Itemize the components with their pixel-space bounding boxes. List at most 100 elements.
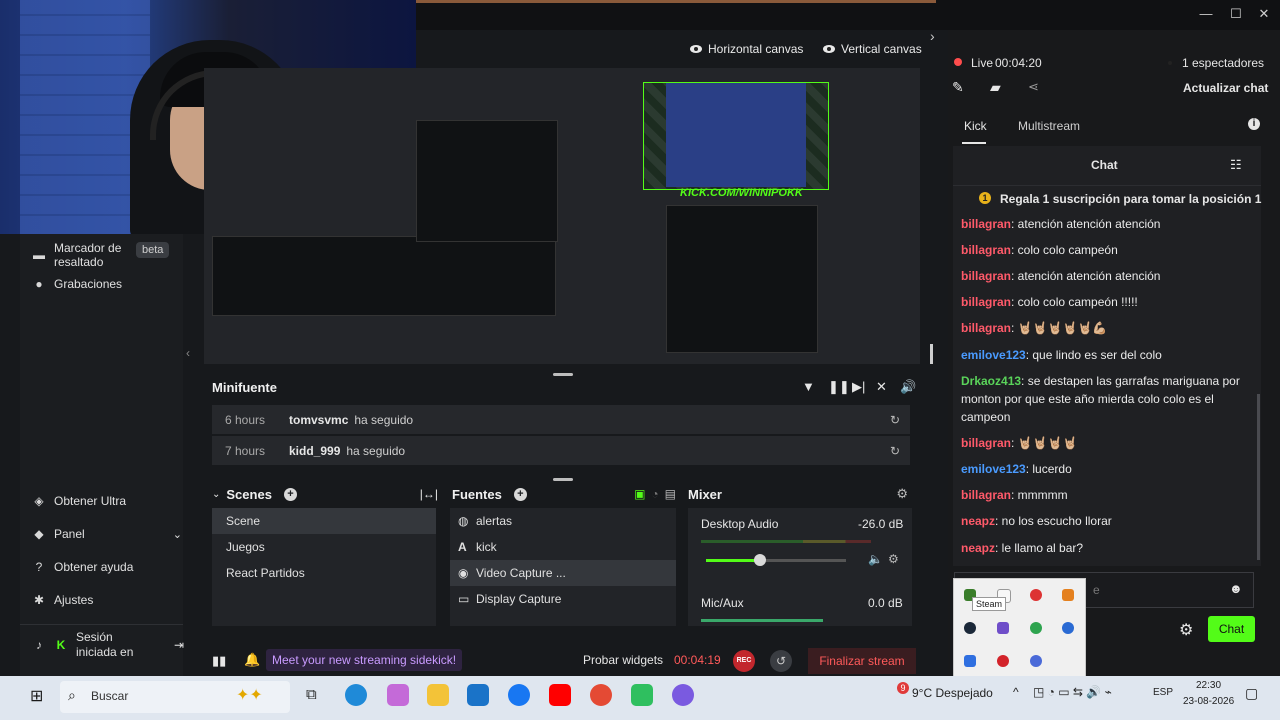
weather-widget[interactable]: 9°C Despejado	[912, 686, 993, 700]
app-tray-icon[interactable]	[1062, 622, 1074, 634]
chrome-icon[interactable]	[590, 684, 612, 706]
notifications-icon[interactable]: ▢	[1245, 685, 1258, 702]
copilot-icon[interactable]	[387, 684, 409, 706]
chat-username[interactable]: emilove123	[961, 462, 1026, 476]
task-view-icon[interactable]: ⧉	[306, 686, 317, 703]
source-item-kick[interactable]: Akick	[450, 534, 676, 560]
resize-handle[interactable]	[553, 478, 573, 481]
chat-username[interactable]: billagran	[961, 217, 1011, 231]
chat-username[interactable]: billagran	[961, 295, 1011, 309]
volume-icon[interactable]: 🔊	[900, 379, 916, 395]
windows-start-icon[interactable]: ⊞	[30, 686, 43, 706]
tray-chevron-up-icon[interactable]: ^	[1013, 685, 1019, 699]
sidebar-session[interactable]: ♪ K Sesión iniciada en ⇥	[32, 630, 184, 660]
youtube-icon[interactable]	[549, 684, 571, 706]
notification-icon[interactable]: 🔔	[244, 652, 260, 668]
chat-username[interactable]: neapz	[961, 541, 995, 555]
record-button[interactable]: REC	[733, 650, 755, 672]
edge-icon[interactable]	[345, 684, 367, 706]
add-scene-icon[interactable]: +	[283, 487, 297, 501]
chat-username[interactable]: billagran	[961, 488, 1011, 502]
discord-icon[interactable]	[672, 684, 694, 706]
logout-icon[interactable]: ⇥	[174, 638, 184, 652]
pinned-gift-message[interactable]: Regala 1 suscripción para tomar la posic…	[1000, 192, 1261, 206]
close-icon[interactable]: ✕	[1256, 6, 1272, 22]
taskbar-search[interactable]: ⌕ Buscar ✦✦	[60, 681, 290, 713]
folder-icon[interactable]: ▤	[665, 487, 676, 501]
users-icon[interactable]: ☷	[1230, 157, 1242, 173]
sidebar-item-help[interactable]: ? Obtener ayuda	[32, 555, 134, 579]
pause-icon[interactable]: ❚❚	[828, 379, 850, 395]
volume-slider-thumb[interactable]	[754, 554, 766, 566]
chat-username[interactable]: neapz	[961, 514, 995, 528]
tab-kick[interactable]: Kick	[964, 119, 987, 133]
vertical-canvas-toggle[interactable]: Vertical canvas	[823, 42, 922, 56]
maximize-icon[interactable]: ☐	[1228, 6, 1244, 22]
chat-username[interactable]: billagran	[961, 321, 1011, 335]
replay-icon[interactable]: ↻	[890, 413, 900, 427]
edit-icon[interactable]: ✎	[952, 79, 964, 96]
chat-username[interactable]: billagran	[961, 436, 1011, 450]
tab-multistream[interactable]: Multistream	[1018, 119, 1080, 133]
expand-chat-icon[interactable]: ›	[930, 28, 935, 44]
chat-username[interactable]: billagran	[961, 243, 1011, 257]
gear-icon[interactable]: ⚙	[888, 552, 899, 566]
info-icon[interactable]: i	[1248, 118, 1260, 130]
sidebar-item-recordings[interactable]: ● Grabaciones	[32, 272, 122, 296]
send-chat-button[interactable]: Chat	[1208, 616, 1255, 642]
app-tray-icon[interactable]	[1030, 622, 1042, 634]
outlook-icon[interactable]	[467, 684, 489, 706]
chat-scrollbar[interactable]	[1257, 394, 1260, 560]
scene-item[interactable]: Scene	[212, 508, 436, 534]
scene-item[interactable]: React Partidos	[212, 560, 436, 586]
share-icon[interactable]: ⋖	[1028, 79, 1039, 95]
chat-username[interactable]: billagran	[961, 269, 1011, 283]
gear-icon[interactable]: ⚙	[896, 486, 908, 502]
vertical-canvas-selected-source[interactable]	[643, 82, 829, 190]
scene-item[interactable]: Juegos	[212, 534, 436, 560]
refresh-chat-button[interactable]: Actualizar chat	[1183, 81, 1268, 95]
mic-tray-icon[interactable]	[1030, 589, 1042, 601]
group-icon[interactable]: ◔	[651, 487, 658, 501]
layout-icon[interactable]: ▣	[634, 487, 645, 501]
add-source-icon[interactable]: +	[513, 487, 527, 501]
emoji-icon[interactable]: ☻	[1229, 581, 1243, 596]
tray-icons[interactable]: ◳ ◔ ▭ ⇆ 🔊 ⌁	[1033, 685, 1112, 699]
end-stream-button[interactable]: Finalizar stream	[808, 648, 916, 674]
sidebar-item-panel[interactable]: ◆ Panel ⌄	[32, 522, 182, 546]
clock-time[interactable]: 22:30	[1196, 680, 1221, 691]
source-item-alertas[interactable]: ◍ alertas	[450, 508, 676, 534]
app-tray-icon[interactable]	[997, 655, 1009, 667]
mute-alerts-icon[interactable]: ✕	[876, 379, 887, 395]
clock-date[interactable]: 23-08-2026	[1183, 696, 1234, 707]
app-tray-icon[interactable]	[964, 655, 976, 667]
skip-icon[interactable]: ▶|	[852, 379, 865, 395]
chevron-down-icon[interactable]: ⌄	[212, 489, 220, 500]
test-widgets-button[interactable]: Probar widgets	[583, 653, 663, 667]
filter-icon[interactable]: ▼	[802, 379, 815, 394]
replay-icon[interactable]: ↻	[890, 444, 900, 458]
camera-icon[interactable]: ▰	[990, 79, 1001, 96]
steam-tray-icon[interactable]	[964, 622, 976, 634]
kick-studio-icon[interactable]	[631, 684, 653, 706]
file-explorer-icon[interactable]	[427, 684, 449, 706]
minimize-icon[interactable]: —	[1198, 6, 1214, 22]
horizontal-canvas-toggle[interactable]: Horizontal canvas	[690, 42, 803, 56]
sidebar-item-ultra[interactable]: ◈ Obtener Ultra	[32, 489, 126, 513]
source-item-video-capture[interactable]: ◉ Video Capture ...	[450, 560, 676, 586]
facebook-icon[interactable]	[508, 684, 530, 706]
source-item-display-capture[interactable]: ▭ Display Capture	[450, 586, 676, 612]
chevron-down-icon[interactable]: ⌄	[173, 528, 182, 541]
speaker-icon[interactable]: 🔈	[868, 552, 883, 566]
promo-banner[interactable]: Meet your new streaming sidekick!	[266, 649, 463, 671]
replay-buffer-icon[interactable]: ↺	[770, 650, 792, 672]
collapse-sidebar-icon[interactable]: ‹	[186, 346, 190, 360]
sidebar-item-settings[interactable]: ✱ Ajustes	[32, 588, 93, 612]
scene-transition-icon[interactable]: |↔|	[420, 487, 438, 501]
app-tray-icon[interactable]	[1030, 655, 1042, 667]
language-indicator[interactable]: ESP	[1153, 687, 1173, 698]
chat-username[interactable]: Drkaoz413	[961, 374, 1021, 388]
teams-tray-icon[interactable]	[997, 622, 1009, 634]
app-tray-icon[interactable]	[1062, 589, 1074, 601]
preview-scrollbar[interactable]	[930, 344, 933, 364]
